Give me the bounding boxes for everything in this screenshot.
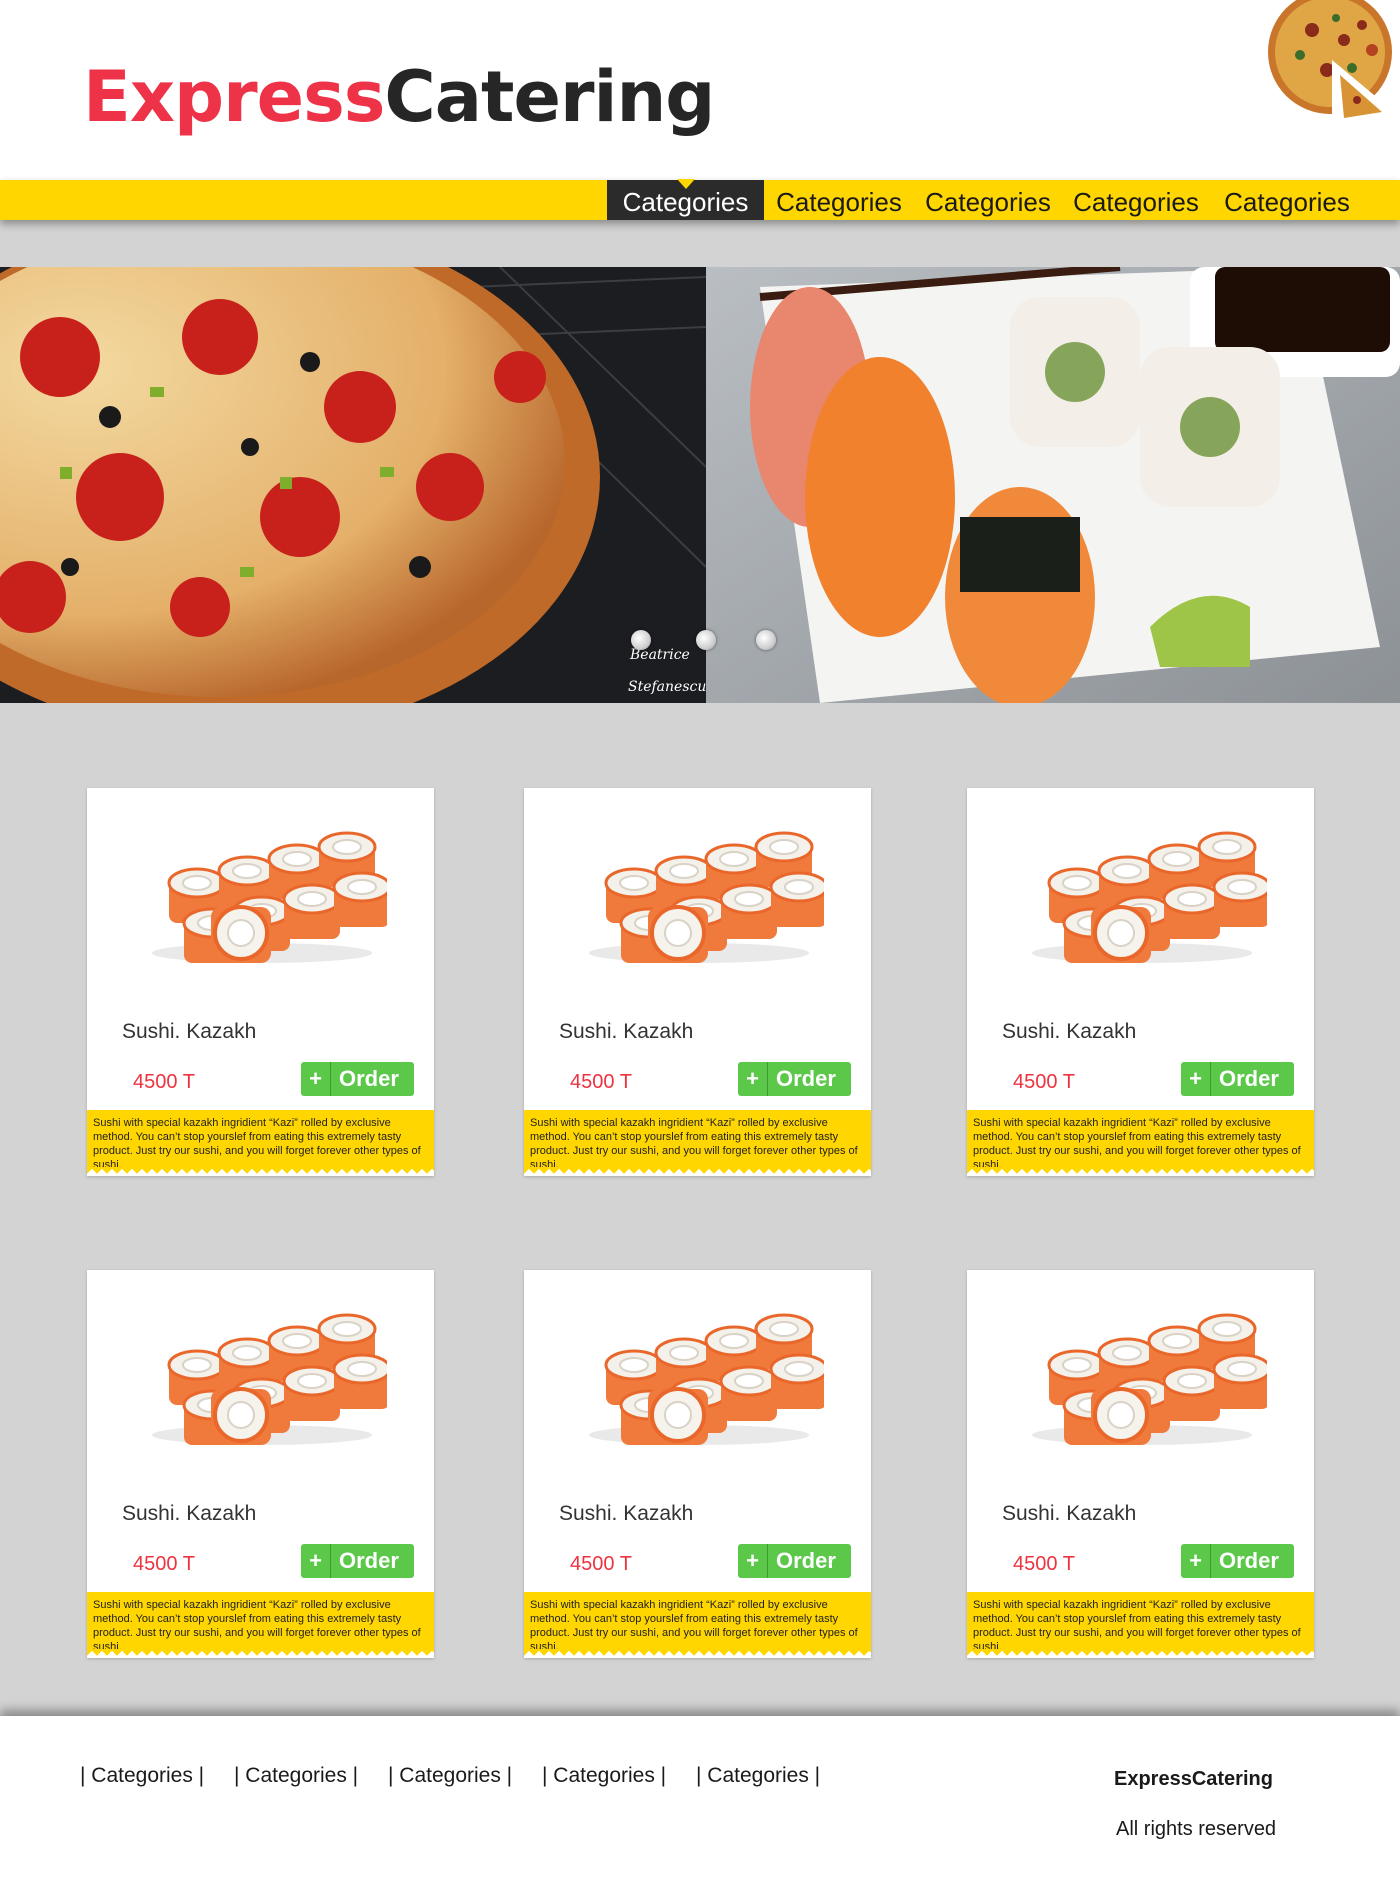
zigzag-edge: [87, 1167, 434, 1177]
sushi-roll-image: [1032, 831, 1267, 963]
product-title: Sushi. Kazakh: [559, 1020, 694, 1043]
nav-item-1[interactable]: Categories: [607, 179, 764, 220]
footer-rights: All rights reserved: [1116, 1818, 1277, 1840]
logo-catering: Catering: [384, 56, 715, 138]
product-title: Sushi. Kazakh: [559, 1502, 694, 1525]
product-price: 4500 T: [133, 1553, 195, 1575]
product-title: Sushi. Kazakh: [1002, 1502, 1137, 1525]
sushi-roll-image: [589, 831, 824, 963]
site-header: ExpressCatering: [0, 0, 1400, 180]
footer-link-4[interactable]: | Categories |: [542, 1764, 666, 1788]
product-price: 4500 T: [570, 1553, 632, 1575]
logo-express: Express: [83, 56, 385, 138]
footer-brand: ExpressCatering: [1114, 1768, 1273, 1790]
nav-item-3[interactable]: Categories: [919, 180, 1057, 220]
order-button-label: Order: [776, 1066, 836, 1091]
product-description: Sushi with special kazakh ingridient “Ka…: [524, 1592, 871, 1653]
product-title: Sushi. Kazakh: [122, 1502, 257, 1525]
zigzag-edge: [967, 1649, 1314, 1659]
sushi-roll-image: [1032, 1313, 1267, 1445]
footer-link-1[interactable]: | Categories |: [80, 1764, 204, 1788]
nav-item-4[interactable]: Categories: [1067, 180, 1205, 220]
order-button-label: Order: [1219, 1066, 1279, 1091]
site-footer: | Categories | | Categories | | Categori…: [0, 1716, 1400, 1879]
main-nav: Categories Categories Categories Categor…: [0, 179, 1400, 220]
zigzag-edge: [524, 1167, 871, 1177]
order-button-label: Order: [339, 1066, 399, 1091]
order-button-label: Order: [1219, 1548, 1279, 1573]
plus-icon: +: [301, 1544, 331, 1578]
product-card: Sushi. Kazakh 4500 T + Order Sushi with …: [87, 1270, 434, 1659]
product-price: 4500 T: [133, 1071, 195, 1093]
site-logo[interactable]: ExpressCatering: [83, 62, 715, 132]
product-title: Sushi. Kazakh: [1002, 1020, 1137, 1043]
product-price: 4500 T: [1013, 1071, 1075, 1093]
footer-link-2[interactable]: | Categories |: [234, 1764, 358, 1788]
product-card: Sushi. Kazakh 4500 T + Order Sushi with …: [967, 788, 1314, 1177]
nav-item-2[interactable]: Categories: [770, 180, 908, 220]
product-price: 4500 T: [1013, 1553, 1075, 1575]
product-description: Sushi with special kazakh ingridient “Ka…: [967, 1110, 1314, 1171]
sushi-roll-image: [589, 1313, 824, 1445]
product-card: Sushi. Kazakh 4500 T + Order Sushi with …: [967, 1270, 1314, 1659]
plus-icon: +: [738, 1062, 768, 1096]
order-button-label: Order: [339, 1548, 399, 1573]
plus-icon: +: [301, 1062, 331, 1096]
product-title: Sushi. Kazakh: [122, 1020, 257, 1043]
sushi-roll-image: [152, 831, 387, 963]
sushi-roll-image: [152, 1313, 387, 1445]
footer-link-3[interactable]: | Categories |: [388, 1764, 512, 1788]
order-button[interactable]: + Order: [738, 1062, 851, 1096]
product-description: Sushi with special kazakh ingridient “Ka…: [87, 1110, 434, 1171]
pizza-decoration-image: [1268, 0, 1392, 118]
product-description: Sushi with special kazakh ingridient “Ka…: [87, 1592, 434, 1653]
order-button[interactable]: + Order: [301, 1062, 414, 1096]
plus-icon: +: [738, 1544, 768, 1578]
nav-item-5[interactable]: Categories: [1218, 180, 1356, 220]
slider-dot-2[interactable]: [696, 630, 716, 650]
order-button[interactable]: + Order: [1181, 1062, 1294, 1096]
product-card: Sushi. Kazakh 4500 T + Order Sushi with …: [524, 788, 871, 1177]
plus-icon: +: [1181, 1062, 1211, 1096]
order-button[interactable]: + Order: [1181, 1544, 1294, 1578]
product-card: Sushi. Kazakh 4500 T + Order Sushi with …: [87, 788, 434, 1177]
product-card: Sushi. Kazakh 4500 T + Order Sushi with …: [524, 1270, 871, 1659]
plus-icon: +: [1181, 1544, 1211, 1578]
product-description: Sushi with special kazakh ingridient “Ka…: [967, 1592, 1314, 1653]
order-button[interactable]: + Order: [738, 1544, 851, 1578]
order-button-label: Order: [776, 1548, 836, 1573]
product-price: 4500 T: [570, 1071, 632, 1093]
zigzag-edge: [967, 1167, 1314, 1177]
hero-caption-line2: Stefanescu: [628, 679, 706, 695]
zigzag-edge: [524, 1649, 871, 1659]
slider-dot-3[interactable]: [756, 630, 776, 650]
slider-dot-1[interactable]: [631, 630, 651, 650]
footer-link-5[interactable]: | Categories |: [696, 1764, 820, 1788]
order-button[interactable]: + Order: [301, 1544, 414, 1578]
zigzag-edge: [87, 1649, 434, 1659]
product-description: Sushi with special kazakh ingridient “Ka…: [524, 1110, 871, 1171]
